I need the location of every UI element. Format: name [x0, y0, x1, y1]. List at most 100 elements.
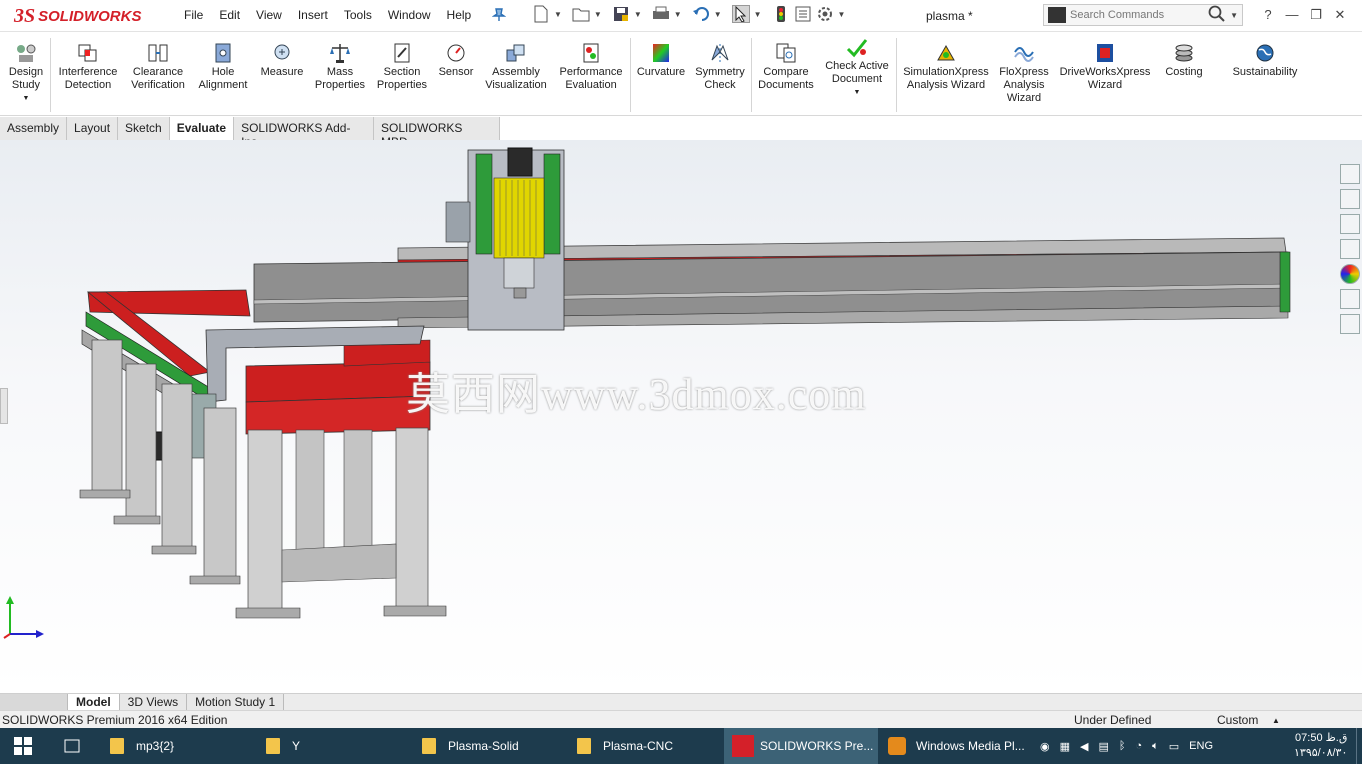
task-view-icon[interactable]: [62, 728, 82, 764]
select-dropdown-icon[interactable]: ▼: [754, 10, 762, 19]
options-gear-icon[interactable]: [816, 5, 834, 23]
file-properties-icon[interactable]: [794, 5, 812, 23]
sensor-button[interactable]: Sensor: [434, 42, 478, 79]
menu-window[interactable]: Window: [380, 8, 439, 22]
options-dropdown-icon[interactable]: ▼: [838, 10, 846, 19]
search-commands-box[interactable]: Search Commands ▼: [1043, 4, 1243, 26]
foot: [151, 545, 197, 555]
save-icon[interactable]: [612, 5, 630, 23]
costing-button[interactable]: Costing: [1158, 42, 1210, 79]
assembly-visualization-button[interactable]: Assembly Visualization: [482, 42, 550, 92]
left-panel-collapse-handle[interactable]: [0, 388, 8, 424]
sustainability-button[interactable]: Sustainability: [1224, 42, 1306, 79]
compare-documents-button[interactable]: Compare Documents: [754, 42, 818, 92]
solidworks-logo[interactable]: 3S SOLIDWORKS: [14, 3, 154, 29]
taskbar-clock[interactable]: 07:50 ق.ظ ۱۳۹۵/۰۸/۳۰: [1294, 731, 1347, 761]
tab-layout[interactable]: Layout: [67, 117, 119, 140]
unit-system-dropdown-icon[interactable]: ▲: [1272, 716, 1280, 725]
forum-icon[interactable]: [1340, 314, 1360, 334]
design-library-icon[interactable]: [1340, 189, 1360, 209]
volume-icon[interactable]: 🔈︎: [1152, 740, 1159, 753]
tray-app-icon[interactable]: ▦: [1060, 740, 1070, 753]
check-active-document-button[interactable]: Check Active Document ▼: [822, 36, 892, 99]
check-active-dropdown-icon[interactable]: ▼: [822, 86, 892, 99]
tab-solidworks-mbd[interactable]: SOLIDWORKS MBD: [374, 117, 500, 149]
file-explorer-icon[interactable]: [1340, 214, 1360, 234]
taskbar-item-solidworks[interactable]: SOLIDWORKS Pre...: [724, 728, 878, 764]
taskbar-item-plasma-cnc[interactable]: Plasma-CNC: [577, 728, 673, 764]
tray-app-icon[interactable]: ◉: [1040, 740, 1050, 753]
menu-view[interactable]: View: [248, 8, 290, 22]
action-center-icon[interactable]: ▭: [1169, 740, 1179, 753]
tab-assembly[interactable]: Assembly: [0, 117, 68, 140]
open-folder-icon[interactable]: [572, 5, 590, 23]
open-dropdown-icon[interactable]: ▼: [594, 10, 602, 19]
save-dropdown-icon[interactable]: ▼: [634, 10, 642, 19]
tab-solidworks-add-ins[interactable]: SOLIDWORKS Add-Ins: [234, 117, 375, 149]
mass-properties-button[interactable]: Mass Properties: [314, 42, 366, 92]
design-study-dropdown-icon[interactable]: ▼: [6, 92, 46, 105]
unit-system[interactable]: Custom: [1217, 713, 1258, 727]
interference-detection-button[interactable]: Interference Detection: [55, 42, 121, 92]
menu-tools[interactable]: Tools: [336, 8, 380, 22]
pin-menu[interactable]: [490, 5, 512, 23]
tab-sketch[interactable]: Sketch: [118, 117, 170, 140]
graphics-viewport[interactable]: 莫西网www.3dmox.com ◧ ◨ — ❐ ✕: [0, 140, 1362, 693]
clearance-verification-button[interactable]: Clearance Verification: [126, 42, 190, 92]
tab-model[interactable]: Model: [68, 694, 120, 710]
taskbar-item-plasma-solid[interactable]: Plasma-Solid: [422, 728, 519, 764]
view-palette-icon[interactable]: [1340, 239, 1360, 259]
symmetry-check-button[interactable]: Symmetry Check: [692, 42, 748, 92]
bluetooth-icon[interactable]: ᛒ: [1119, 740, 1126, 752]
menu-edit[interactable]: Edit: [211, 8, 248, 22]
custom-properties-icon[interactable]: [1340, 289, 1360, 309]
simulationxpress-button[interactable]: SimulationXpress Analysis Wizard: [900, 42, 992, 92]
undo-icon[interactable]: [692, 5, 710, 23]
select-cursor-icon[interactable]: [731, 5, 750, 23]
menu-file[interactable]: File: [176, 8, 211, 22]
print-dropdown-icon[interactable]: ▼: [674, 10, 682, 19]
taskbar-item-y[interactable]: Y: [266, 728, 300, 764]
tab-scroll-arrows[interactable]: [0, 694, 68, 711]
rebuild-traffic-light-icon[interactable]: [772, 5, 790, 23]
appearances-scenes-icon[interactable]: [1340, 264, 1360, 284]
curvature-button[interactable]: Curvature: [634, 42, 688, 79]
tray-app-icon[interactable]: ◀: [1080, 740, 1088, 753]
windows-start-icon[interactable]: [14, 728, 32, 764]
new-dropdown-icon[interactable]: ▼: [554, 10, 562, 19]
language-indicator[interactable]: ENG: [1189, 740, 1213, 752]
search-input[interactable]: Search Commands: [1070, 9, 1208, 21]
menu-help[interactable]: Help: [439, 8, 480, 22]
menu-insert[interactable]: Insert: [290, 8, 336, 22]
driveworksxpress-button[interactable]: DriveWorksXpress Wizard: [1056, 42, 1154, 92]
tab-3d-views[interactable]: 3D Views: [119, 694, 188, 710]
standard-toolbar: ▼ ▼ ▼ ▼ ▼ ▼ ▼: [532, 5, 855, 23]
print-icon[interactable]: [652, 5, 670, 23]
close-icon[interactable]: ✕: [1328, 7, 1352, 23]
minimize-icon[interactable]: —: [1280, 7, 1304, 23]
leg-mid: [295, 429, 325, 551]
taskbar-item-windows-media-player[interactable]: Windows Media Pl...: [888, 728, 1025, 764]
tray-app-icon[interactable]: ▤: [1098, 740, 1108, 753]
hole-alignment-button[interactable]: Hole Alignment: [194, 42, 252, 92]
restore-icon[interactable]: ❐: [1304, 7, 1328, 23]
tab-evaluate[interactable]: Evaluate: [169, 117, 235, 140]
measure-button[interactable]: Measure: [256, 42, 308, 79]
show-desktop-button[interactable]: [1356, 728, 1362, 764]
search-dropdown-icon[interactable]: ▼: [1230, 11, 1238, 20]
floxpress-button[interactable]: FloXpress Analysis Wizard: [996, 42, 1052, 105]
section-properties-button[interactable]: Section Properties: [372, 42, 432, 92]
performance-evaluation-button[interactable]: Performance Evaluation: [554, 42, 628, 92]
tab-motion-study-1[interactable]: Motion Study 1: [187, 694, 285, 710]
search-icon[interactable]: [1208, 5, 1230, 26]
help-icon[interactable]: ?: [1256, 7, 1280, 23]
new-document-icon[interactable]: [532, 5, 550, 23]
undo-dropdown-icon[interactable]: ▼: [714, 10, 722, 19]
folder-icon: [266, 738, 280, 754]
pin-icon[interactable]: [490, 5, 508, 23]
design-study-button[interactable]: Design Study ▼: [6, 42, 46, 105]
taskbar-item-mp3[interactable]: mp3{2}: [110, 728, 174, 764]
network-icon[interactable]: ◔: [1136, 740, 1143, 752]
solidworks-resources-home-icon[interactable]: [1340, 164, 1360, 184]
search-scope-icon[interactable]: [1048, 7, 1066, 23]
